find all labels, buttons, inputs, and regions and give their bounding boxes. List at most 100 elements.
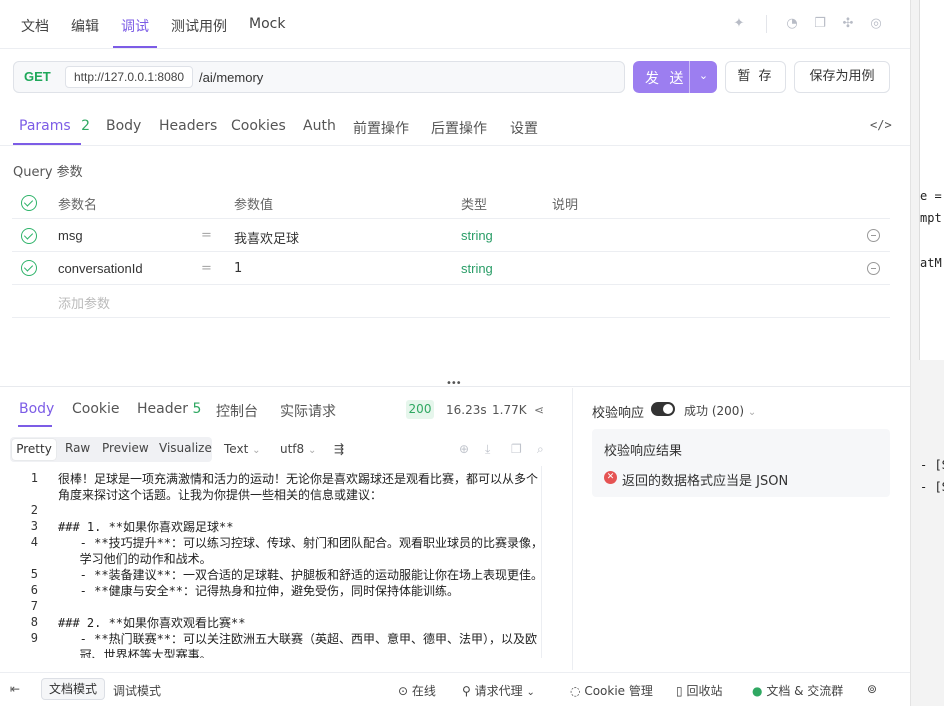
save-as-case-button[interactable]: 保存为用例 — [794, 61, 890, 93]
params-label: Params — [19, 118, 71, 134]
equals-sign: = — [201, 228, 212, 243]
code-line: - **热门联赛**：可以关注欧洲五大联赛（英超、西甲、意甲、德甲、法甲），以及… — [58, 632, 538, 646]
format-preview[interactable]: Preview — [102, 441, 149, 455]
row-divider — [12, 218, 890, 219]
chevron-down-icon[interactable]: ⌄ — [689, 61, 717, 93]
header-tab-label: Header — [137, 401, 188, 417]
line-number: 5 — [30, 567, 38, 581]
tab-docs[interactable]: 文档 — [21, 16, 49, 36]
add-param-input[interactable]: 添加参数 — [58, 293, 110, 312]
response-time: 16.23s — [446, 403, 487, 417]
tab-response-cookie[interactable]: Cookie — [72, 401, 120, 417]
request-proxy-button[interactable]: ⚲ 请求代理 ⌄ — [462, 682, 535, 699]
column-header-description: 说明 — [552, 198, 579, 213]
tab-console[interactable]: 控制台 — [216, 401, 258, 421]
remove-row-icon[interactable] — [867, 262, 880, 275]
trash-icon: ▯ — [676, 684, 683, 698]
proxy-icon: ⚲ — [462, 684, 471, 698]
encoding-select[interactable]: utf8 ⌄ — [280, 442, 316, 456]
share-icon[interactable]: ✣ — [840, 16, 856, 32]
download-icon[interactable]: ⤓ — [485, 442, 490, 457]
copy-icon[interactable]: ❐ — [812, 16, 828, 32]
tab-debug[interactable]: 调试 — [121, 16, 149, 36]
cookie-manager-button[interactable]: ◌ Cookie 管理 — [570, 682, 653, 699]
search-icon[interactable]: ⌕ — [537, 442, 544, 457]
format-visualize[interactable]: Visualize — [159, 441, 212, 455]
magic-icon[interactable]: ✦ — [731, 16, 747, 32]
active-tab-indicator — [113, 46, 157, 48]
row-divider — [12, 251, 890, 252]
save-draft-button[interactable]: 暂 存 — [725, 61, 786, 93]
active-tab-indicator — [18, 425, 52, 427]
column-header-name: 参数名 — [58, 198, 98, 213]
send-button[interactable]: 发 送 ⌄ — [633, 61, 717, 93]
tab-post-actions[interactable]: 后置操作 — [431, 118, 487, 138]
format-switch[interactable]: Pretty Raw Preview Visualize — [10, 437, 212, 462]
url-path-input[interactable]: /ai/memory — [199, 70, 263, 85]
remove-row-icon[interactable] — [867, 229, 880, 242]
trash-label: 回收站 — [686, 684, 723, 698]
equals-sign: = — [201, 261, 212, 276]
format-raw[interactable]: Raw — [65, 441, 90, 455]
tab-params[interactable]: Params 2 — [19, 118, 90, 134]
column-header-value: 参数值 — [234, 198, 274, 213]
tab-body[interactable]: Body — [106, 118, 141, 134]
code-line: ### 2. **如果你喜欢观看比赛** — [58, 616, 246, 630]
content-type-select[interactable]: Text ⌄ — [224, 442, 261, 456]
cookie-icon: ◌ — [570, 684, 581, 698]
select-all-checkbox[interactable] — [21, 195, 37, 211]
line-number: 8 — [30, 615, 38, 629]
debug-mode-button[interactable]: 调试模式 — [113, 682, 161, 699]
tab-settings[interactable]: 设置 — [510, 118, 538, 138]
validate-toggle[interactable] — [651, 402, 675, 416]
online-status[interactable]: ⊙ 在线 — [398, 682, 436, 699]
line-number: 2 — [30, 503, 38, 517]
row-checkbox[interactable] — [21, 228, 37, 244]
tab-response-header[interactable]: Header 5 — [137, 401, 201, 417]
param-value[interactable]: 我喜欢足球 — [234, 228, 299, 247]
cookie-label: Cookie 管理 — [584, 684, 653, 698]
format-pretty[interactable]: Pretty — [12, 439, 56, 460]
code-line: 学习他们的动作和战术。 — [58, 552, 212, 566]
history-icon[interactable]: ◔ — [784, 16, 800, 32]
param-name[interactable]: msg — [58, 228, 83, 243]
tab-actual-request[interactable]: 实际请求 — [280, 401, 336, 421]
docs-community-button[interactable]: ● 文档 & 交流群 — [752, 682, 843, 699]
param-name[interactable]: conversationId — [58, 261, 143, 276]
tab-pre-actions[interactable]: 前置操作 — [353, 118, 409, 138]
tab-test-cases[interactable]: 测试用例 — [171, 16, 227, 36]
share-icon[interactable]: ⋖ — [534, 403, 544, 417]
param-type[interactable]: string — [461, 228, 493, 243]
row-checkbox[interactable] — [21, 260, 37, 276]
upgrade-icon[interactable]: ⊚ — [867, 682, 877, 696]
status-badge: 200 — [406, 400, 434, 419]
chat-icon: ● — [752, 684, 763, 698]
collapse-sidebar-icon[interactable]: ⇤ — [10, 682, 20, 696]
response-body-viewer[interactable]: 1 很棒！足球是一项充满激情和活力的运动！无论你是喜欢踢球还是观看比赛，都可以从… — [0, 466, 542, 658]
line-number: 1 — [30, 471, 38, 485]
send-label: 发 送 — [645, 71, 687, 87]
tab-headers[interactable]: Headers — [159, 118, 217, 134]
settings-icon[interactable]: ◎ — [868, 16, 884, 32]
doc-mode-button[interactable]: 文档模式 — [41, 678, 105, 700]
tab-edit[interactable]: 编辑 — [71, 16, 99, 36]
param-value[interactable]: 1 — [234, 261, 242, 276]
param-type[interactable]: string — [461, 261, 493, 276]
tab-mock[interactable]: Mock — [249, 16, 285, 32]
tab-response-body[interactable]: Body — [19, 401, 54, 417]
error-icon: ✕ — [604, 471, 617, 484]
copy-icon[interactable]: ❐ — [511, 442, 522, 456]
scroll-top-icon[interactable]: ⊕ — [459, 442, 469, 456]
tab-cookies[interactable]: Cookies — [231, 118, 286, 134]
method-select[interactable]: GET — [24, 69, 51, 84]
wrap-lines-icon[interactable]: ⇶ — [334, 442, 344, 456]
code-line: 角度来探讨这个话题。让我为你提供一些相关的信息或建议： — [58, 488, 383, 502]
validate-status-select[interactable]: 成功 (200) ⌄ — [684, 402, 756, 419]
proxy-label: 请求代理 — [474, 684, 523, 698]
base-url[interactable]: http://127.0.0.1:8080 — [65, 66, 194, 88]
code-icon[interactable]: </> — [870, 118, 892, 132]
drag-handle-icon[interactable]: ••• — [446, 378, 462, 389]
url-bar[interactable]: GET http://127.0.0.1:8080 /ai/memory — [13, 61, 625, 93]
trash-button[interactable]: ▯ 回收站 — [676, 682, 722, 699]
tab-auth[interactable]: Auth — [303, 118, 336, 134]
